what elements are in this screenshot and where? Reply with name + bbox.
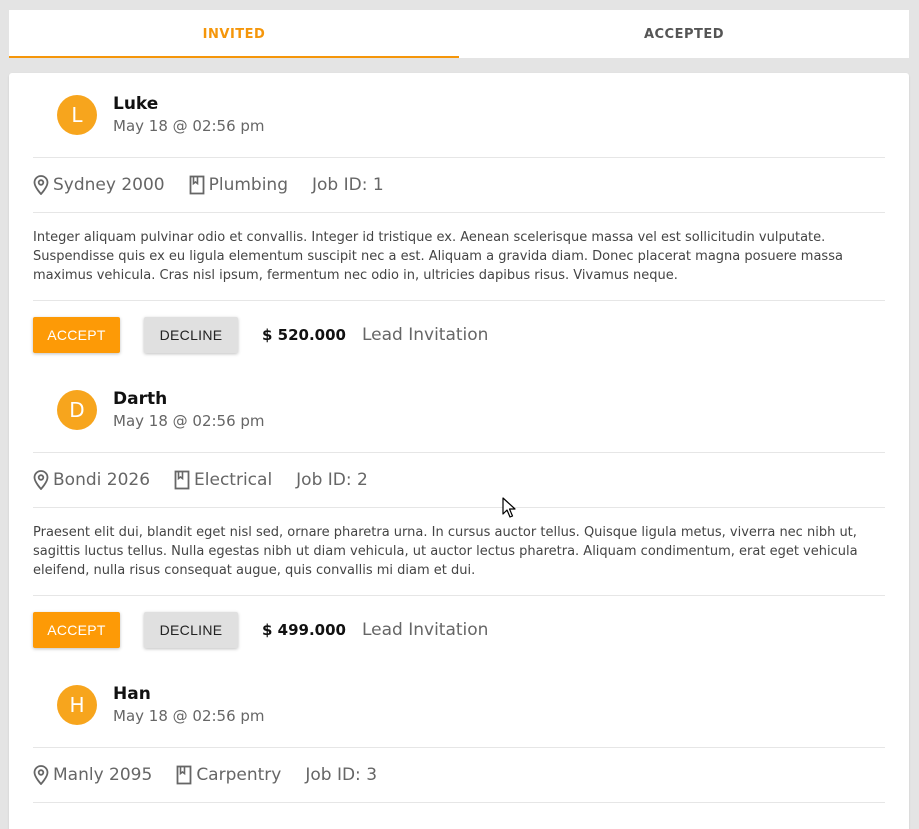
lead-card: D Darth May 18 @ 02:56 pm Bondi 2026 Ele… <box>9 368 909 663</box>
lead-name: Darth <box>113 389 168 409</box>
lead-name: Han <box>113 684 151 704</box>
lead-status: Lead Invitation <box>361 324 489 345</box>
accept-button[interactable]: ACCEPT <box>33 316 120 353</box>
lead-card: H Han May 18 @ 02:56 pm Manly 2095 Carpe… <box>9 663 909 803</box>
lead-actions: ACCEPT DECLINE $ 520.000 Lead Invitation <box>33 301 885 368</box>
decline-button[interactable]: DECLINE <box>144 611 238 648</box>
lead-actions: ACCEPT DECLINE $ 499.000 Lead Invitation <box>33 596 885 663</box>
lead-status: Lead Invitation <box>361 619 489 640</box>
bookmark-icon <box>176 765 192 785</box>
tab-invited[interactable]: INVITED <box>9 10 459 58</box>
lead-date: May 18 @ 02:56 pm <box>113 412 265 430</box>
lead-header: L Luke May 18 @ 02:56 pm <box>33 73 885 157</box>
lead-job-id: Job ID: 2 <box>296 470 368 490</box>
lead-description: Praesent elit dui, blandit eget nisl sed… <box>33 525 858 578</box>
lead-job-id: Job ID: 1 <box>312 175 384 195</box>
lead-price: $ 520.000 <box>262 325 346 344</box>
lead-meta: Sydney 2000 Plumbing Job ID: 1 <box>33 158 885 212</box>
lead-list: L Luke May 18 @ 02:56 pm Sydney 2000 Plu… <box>9 73 909 829</box>
tab-accepted[interactable]: ACCEPTED <box>459 10 909 58</box>
lead-date: May 18 @ 02:56 pm <box>113 117 265 135</box>
lead-job-id: Job ID: 3 <box>305 765 378 785</box>
lead-location: Sydney 2000 <box>53 175 165 195</box>
lead-name: Luke <box>113 94 159 114</box>
location-pin-icon <box>33 470 49 490</box>
lead-meta: Bondi 2026 Electrical Job ID: 2 <box>33 453 885 507</box>
mouse-cursor-icon <box>502 497 516 518</box>
lead-location: Manly 2095 <box>53 765 153 785</box>
lead-category: Plumbing <box>208 175 288 195</box>
lead-header: D Darth May 18 @ 02:56 pm <box>33 368 885 452</box>
divider <box>33 802 885 803</box>
decline-button[interactable]: DECLINE <box>144 316 238 353</box>
lead-category: Carpentry <box>196 765 282 785</box>
avatar: L <box>57 95 97 135</box>
bookmark-icon <box>174 470 190 490</box>
lead-meta: Manly 2095 Carpentry Job ID: 3 <box>33 748 885 802</box>
lead-date: May 18 @ 02:56 pm <box>113 707 265 725</box>
bookmark-icon <box>189 175 205 195</box>
avatar: H <box>57 685 97 725</box>
lead-category: Electrical <box>194 470 273 490</box>
location-pin-icon <box>33 175 49 195</box>
lead-card: L Luke May 18 @ 02:56 pm Sydney 2000 Plu… <box>9 73 909 368</box>
tab-bar: INVITED ACCEPTED <box>9 10 909 58</box>
lead-price: $ 499.000 <box>262 620 346 639</box>
accept-button[interactable]: ACCEPT <box>33 611 120 648</box>
location-pin-icon <box>33 765 49 785</box>
lead-description: Integer aliquam pulvinar odio et convall… <box>33 230 843 283</box>
lead-header: H Han May 18 @ 02:56 pm <box>33 663 885 747</box>
avatar: D <box>57 390 97 430</box>
lead-location: Bondi 2026 <box>53 470 151 490</box>
